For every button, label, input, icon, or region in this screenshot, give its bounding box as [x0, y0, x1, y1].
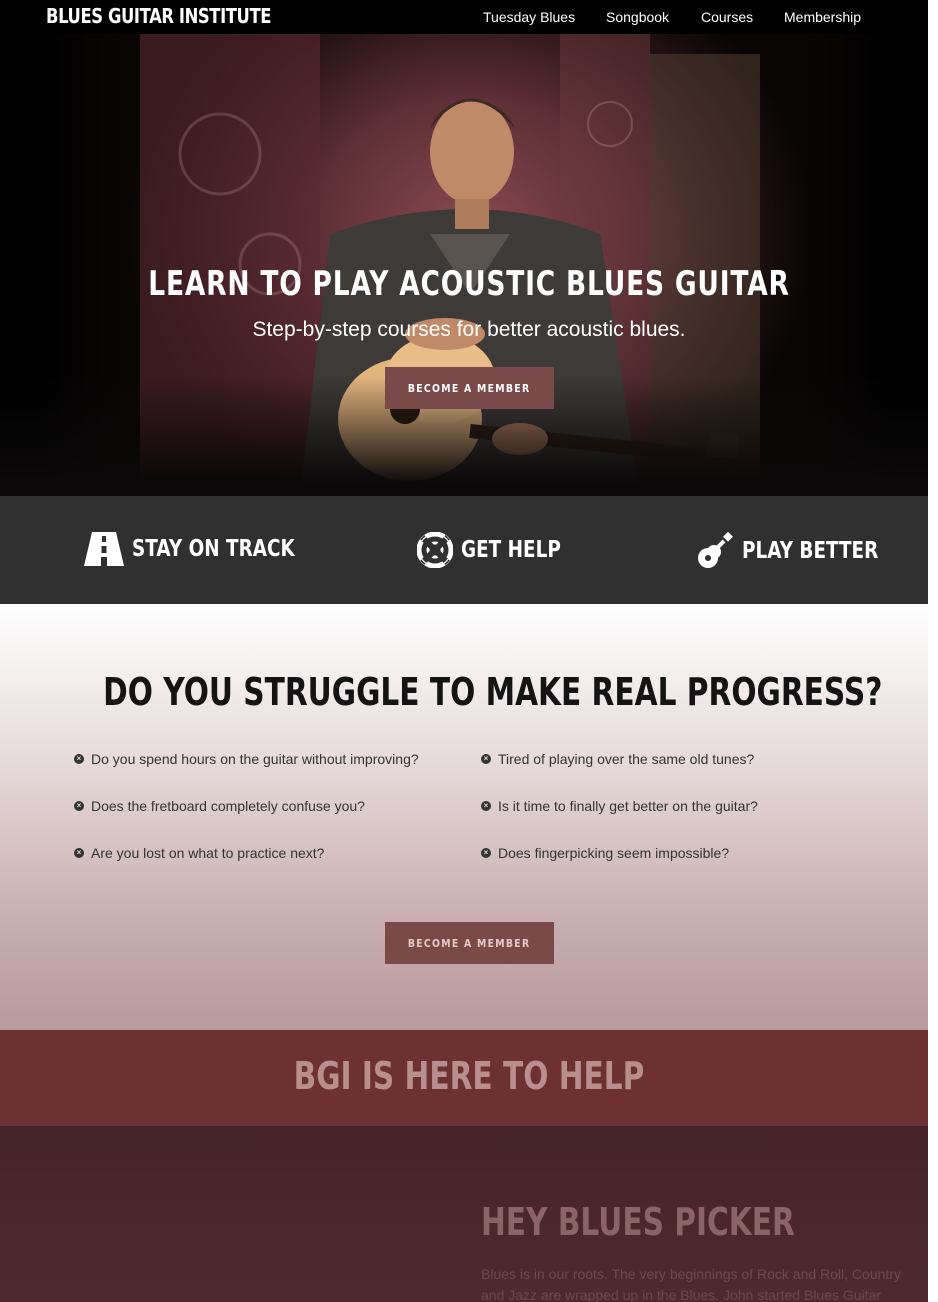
list-item: × Are you lost on what to practice next?	[74, 845, 324, 861]
list-item: × Is it time to finally get better on th…	[481, 798, 758, 814]
struggle-become-member-button[interactable]: BECOME A MEMBER	[385, 922, 554, 964]
x-circle-icon: ×	[74, 801, 84, 811]
road-icon	[84, 532, 124, 566]
help-title: BGI IS HERE TO HELP	[293, 1054, 645, 1098]
x-circle-icon: ×	[74, 848, 84, 858]
struggle-section: DO YOU STRUGGLE TO MAKE REAL PROGRESS? ×…	[0, 604, 928, 1030]
list-item: × Does fingerpicking seem impossible?	[481, 845, 729, 861]
hero-cta-label: BECOME A MEMBER	[408, 381, 531, 395]
feature-get-help: GET HELP	[417, 532, 586, 568]
nav-link-songbook[interactable]: Songbook	[606, 9, 669, 25]
list-item: × Does the fretboard completely confuse …	[74, 798, 365, 814]
help-banner: BGI IS HERE TO HELP	[0, 1030, 928, 1126]
struggle-cta-label: BECOME A MEMBER	[408, 936, 531, 950]
features-bar: STAY ON TRACK GET HELP PLAY BETTER	[0, 496, 928, 604]
hero-section: LEARN TO PLAY ACOUSTIC BLUES GUITAR Step…	[0, 34, 928, 496]
hero-title: LEARN TO PLAY ACOUSTIC BLUES GUITAR	[148, 264, 790, 304]
picker-text: Blues is in our roots. The very beginnin…	[481, 1266, 901, 1302]
picker-title: HEY BLUES PICKER	[481, 1200, 795, 1244]
hero-subtitle: Step-by-step courses for better acoustic…	[252, 318, 686, 341]
feature-label: PLAY BETTER	[742, 538, 879, 564]
x-circle-icon: ×	[481, 801, 491, 811]
feature-play-better: PLAY BETTER	[696, 532, 912, 570]
blues-picker-section: HEY BLUES PICKER Blues is in our roots. …	[0, 1126, 928, 1302]
list-item: × Tired of playing over the same old tun…	[481, 751, 754, 767]
feature-label: GET HELP	[461, 537, 561, 563]
top-nav: BLUES GUITAR INSTITUTE Tuesday Blues Son…	[0, 0, 928, 34]
list-item: × Do you spend hours on the guitar witho…	[74, 751, 419, 767]
nav-link-membership[interactable]: Membership	[784, 9, 861, 25]
hero-become-member-button[interactable]: BECOME A MEMBER	[385, 367, 554, 409]
life-ring-icon	[417, 532, 453, 568]
nav-link-tuesday-blues[interactable]: Tuesday Blues	[483, 9, 575, 25]
nav-link-courses[interactable]: Courses	[701, 9, 753, 25]
feature-label: STAY ON TRACK	[132, 536, 295, 562]
feature-stay-on-track: STAY ON TRACK	[84, 532, 335, 566]
struggle-title: DO YOU STRUGGLE TO MAKE REAL PROGRESS?	[103, 670, 883, 714]
x-circle-icon: ×	[481, 754, 491, 764]
x-circle-icon: ×	[481, 848, 491, 858]
x-circle-icon: ×	[74, 754, 84, 764]
site-logo[interactable]: BLUES GUITAR INSTITUTE	[46, 4, 271, 28]
guitar-icon	[698, 532, 733, 568]
